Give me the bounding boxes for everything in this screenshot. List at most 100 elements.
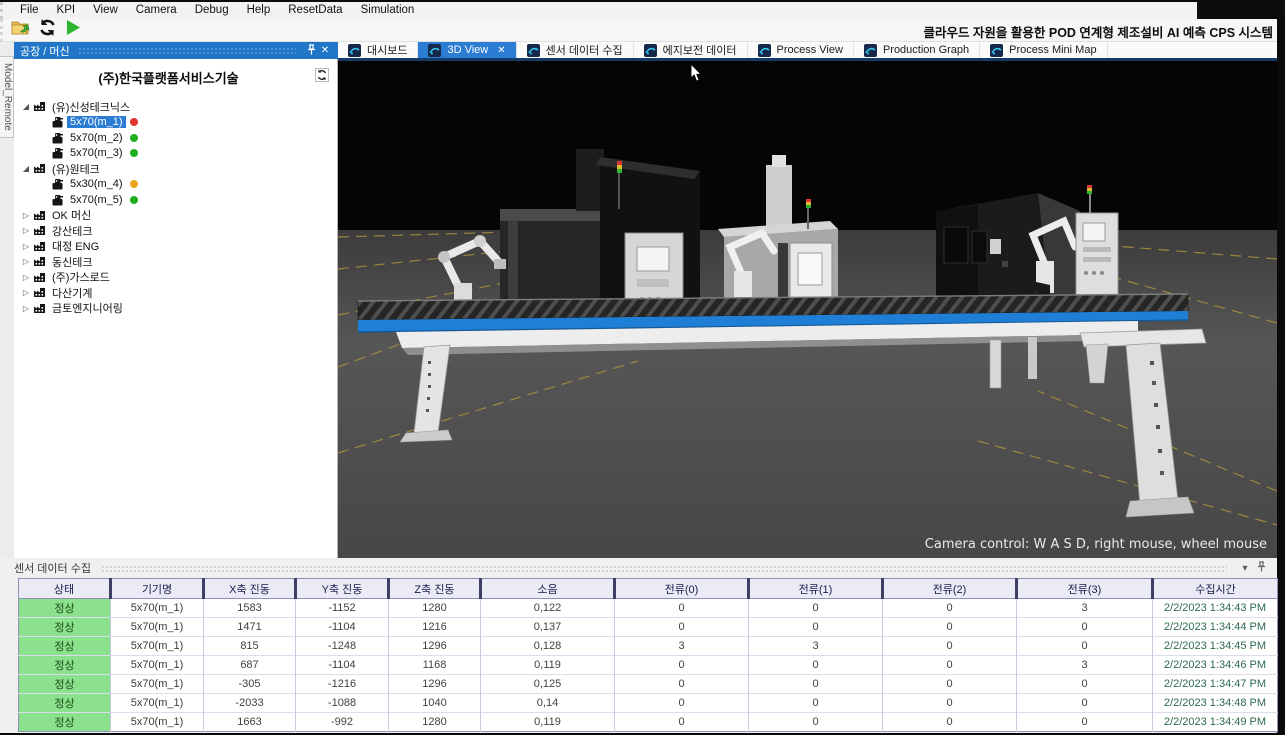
tree-item-금토엔지니어링[interactable]: ▷금토엔지니어링 [20,301,337,317]
data-cell: 0 [883,694,1017,713]
tree-item-5x70-m_3-[interactable]: 5x70(m_3) [20,146,337,162]
viewport-tab-icon [758,44,771,57]
table-row[interactable]: 정상5x70(m_1)815-124812960,12833002/2/2023… [19,637,1278,656]
machine-icon [51,178,64,190]
tree-item-대정-eng[interactable]: ▷대정 ENG [20,239,337,255]
tree-item-label: (주)가스로드 [49,269,113,285]
reset-data-button[interactable] [35,20,59,41]
table-row[interactable]: 정상5x70(m_1)-305-121612960,12500002/2/202… [19,675,1278,694]
tree-item--유-원테크[interactable]: ◢(유)원테크 [20,161,337,177]
column-header-1[interactable]: 기기명 [111,579,204,599]
tree-item-5x70-m_2-[interactable]: 5x70(m_2) [20,130,337,146]
menu-item-simulation[interactable]: Simulation [352,2,424,19]
run-simulation-button[interactable] [61,20,85,41]
menu-item-view[interactable]: View [84,2,127,19]
tree-item-label: 5x70(m_2) [67,132,126,144]
tree-item-5x70-m_1-[interactable]: 5x70(m_1) [20,115,337,131]
expand-arrow-icon[interactable]: ▷ [20,226,32,235]
tab-센서-데이터-수집[interactable]: 센서 데이터 수집 [517,42,634,58]
tree-item--유-신성테크닉스[interactable]: ◢(유)신성테크닉스 [20,99,337,115]
pin-icon[interactable] [304,44,318,58]
collapse-arrow-icon[interactable]: ◢ [20,164,32,173]
close-icon[interactable]: ✕ [318,45,332,56]
expand-arrow-icon[interactable]: ▷ [20,288,32,297]
tree-item-강산테크[interactable]: ▷강산테크 [20,223,337,239]
status-dot-green [130,134,138,142]
tab-에지보전-데이터[interactable]: 에지보전 데이터 [634,42,748,58]
sensor-data-table[interactable]: 상태기기명X축 진동Y축 진동Z축 진동소음전류(0)전류(1)전류(2)전류(… [18,578,1278,732]
tree-item-5x30-m_4-[interactable]: 5x30(m_4) [20,177,337,193]
data-cell: 1296 [389,675,481,694]
tab-3d-view[interactable]: 3D View✕ [418,42,516,58]
expand-arrow-icon[interactable]: ▷ [20,257,32,266]
tree-item--주-가스로드[interactable]: ▷ (주)가스로드 [20,270,337,286]
factory-icon [33,287,46,298]
viewport-tab-icon [527,44,540,57]
column-header-8[interactable]: 전류(2) [883,579,1017,599]
tab-label: 대시보드 [367,42,407,58]
data-cell: 2/2/2023 1:34:46 PM [1153,656,1278,675]
viewport-tab-icon [990,44,1003,57]
pin-icon[interactable] [1253,561,1269,575]
expand-arrow-icon[interactable]: ▷ [20,242,32,251]
table-row[interactable]: 정상5x70(m_1)-2033-108810400,1400002/2/202… [19,694,1278,713]
menu-item-debug[interactable]: Debug [186,2,238,19]
menu-item-kpi[interactable]: KPI [48,2,85,19]
column-header-9[interactable]: 전류(3) [1017,579,1153,599]
tab-process-view[interactable]: Process View [748,42,854,58]
tree-list: ◢(유)신성테크닉스5x70(m_1)5x70(m_2) 5x70(m_3)◢(유… [14,93,337,316]
expand-arrow-icon[interactable]: ▷ [20,211,32,220]
data-cell: 2/2/2023 1:34:43 PM [1153,599,1278,618]
tab-대시보드[interactable]: 대시보드 [338,42,418,58]
close-icon[interactable]: ✕ [497,45,505,56]
table-row[interactable]: 정상5x70(m_1)687-110411680,11900032/2/2023… [19,656,1278,675]
column-header-7[interactable]: 전류(1) [749,579,883,599]
table-row[interactable]: 정상5x70(m_1)1663-99212800,11900002/2/2023… [19,713,1278,732]
column-header-2[interactable]: X축 진동 [204,579,296,599]
tree-item-다산기계[interactable]: ▷다산기계 [20,285,337,301]
3d-viewport[interactable]: Camera control: W A S D, right mouse, wh… [338,61,1277,558]
tree-item-5x70-m_5-[interactable]: 5x70(m_5) [20,192,337,208]
camera-control-hint: Camera control: W A S D, right mouse, wh… [925,537,1267,552]
tab-process-mini-map[interactable]: Process Mini Map [980,42,1107,58]
status-dot-green [130,196,138,204]
table-row[interactable]: 정상5x70(m_1)1583-115212800,12200032/2/202… [19,599,1278,618]
column-header-0[interactable]: 상태 [19,579,111,599]
sensor-panel-title: 센서 데이터 수집 [14,560,91,576]
factory-icon [33,225,46,236]
tree-item-ok-머신[interactable]: ▷OK 머신 [20,208,337,224]
data-cell: -305 [204,675,296,694]
tab-label: Production Graph [883,44,969,56]
expand-arrow-icon[interactable]: ▷ [20,304,32,313]
collapse-arrow-icon[interactable]: ◢ [20,102,32,111]
data-cell: 1471 [204,618,296,637]
model-remote-side-tab[interactable]: Model_Remote [0,56,14,138]
menu-item-resetdata[interactable]: ResetData [279,2,351,19]
mouse-cursor [690,64,704,82]
data-cell: 3 [615,637,749,656]
expand-arrow-icon[interactable]: ▷ [20,273,32,282]
menu-item-file[interactable]: File [11,2,48,19]
menu-item-help[interactable]: Help [238,2,280,19]
tab-production-graph[interactable]: Production Graph [854,42,980,58]
column-header-6[interactable]: 전류(0) [615,579,749,599]
data-cell: 1168 [389,656,481,675]
table-row[interactable]: 정상5x70(m_1)1471-110412160,13700002/2/202… [19,618,1278,637]
tree-refresh-icon[interactable] [315,68,329,87]
column-header-3[interactable]: Y축 진동 [296,579,389,599]
data-cell: 687 [204,656,296,675]
column-header-10[interactable]: 수집시간 [1153,579,1278,599]
menu-item-camera[interactable]: Camera [127,2,186,19]
column-header-5[interactable]: 소음 [481,579,615,599]
open-folder-button[interactable] [9,20,33,41]
data-cell: 0 [1017,618,1153,637]
chevron-down-icon[interactable]: ▾ [1237,563,1253,574]
status-dot-red [130,118,138,126]
data-cell: 0 [615,713,749,732]
tree-item-동신테크[interactable]: ▷동신테크 [20,254,337,270]
column-header-4[interactable]: Z축 진동 [389,579,481,599]
application-window: FileKPIViewCameraDebugHelpResetDataSimul… [0,0,1285,735]
data-cell: 1216 [389,618,481,637]
data-cell: 1280 [389,599,481,618]
sensor-data-panel: 센서 데이터 수집 ▾ 상태기기명X축 진동Y축 진동Z축 진동소음전류(0)전… [0,558,1277,733]
